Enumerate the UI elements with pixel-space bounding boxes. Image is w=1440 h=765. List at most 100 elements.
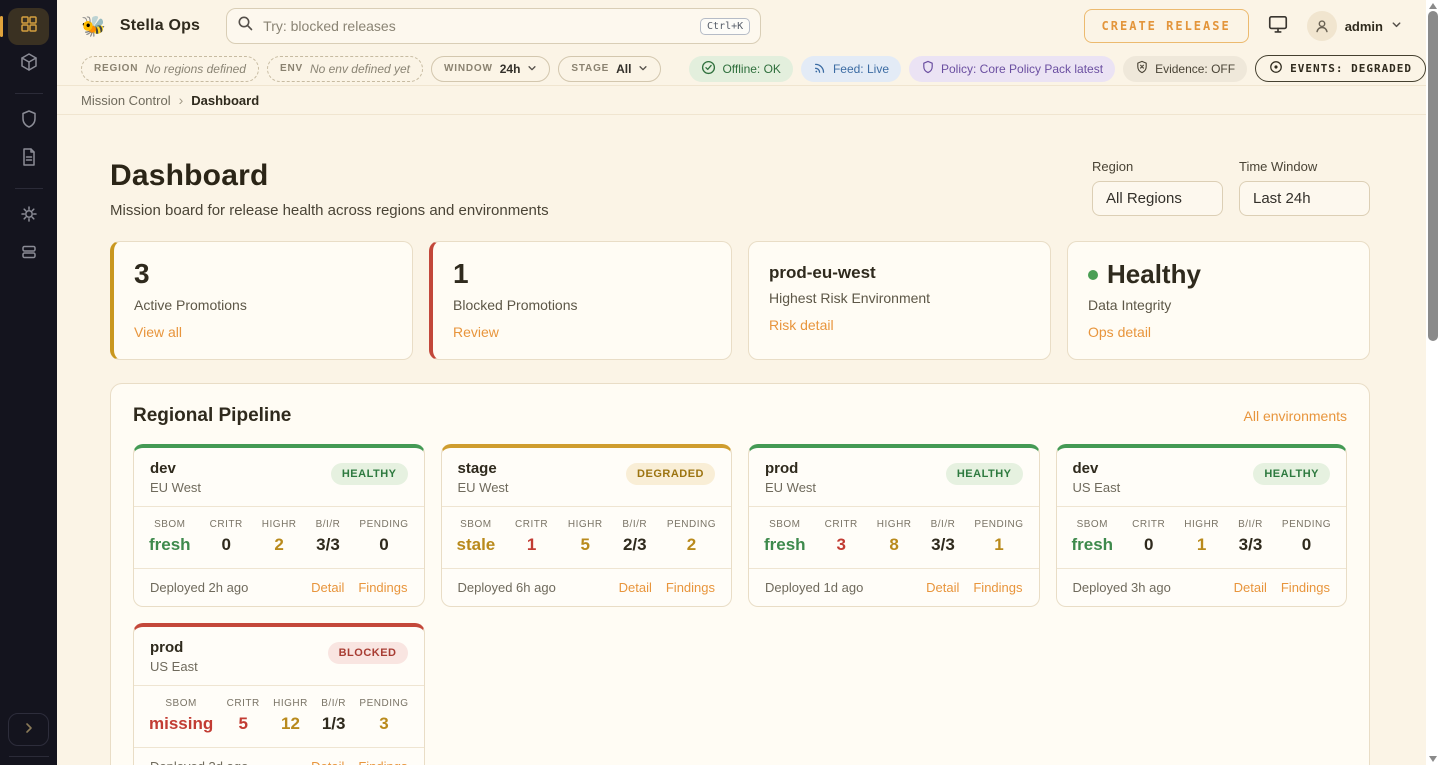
status-badge: HEALTHY	[946, 463, 1023, 485]
document-icon	[19, 147, 39, 172]
create-release-button[interactable]: CREATE RELEASE	[1084, 9, 1249, 43]
user-avatar	[1307, 11, 1337, 41]
metric-value: 2	[262, 535, 297, 555]
package-icon	[19, 52, 39, 77]
metric-value: 2/3	[622, 535, 647, 555]
feed-status-pill[interactable]: Feed: Live	[801, 56, 901, 82]
metric-value: 5	[227, 714, 260, 734]
blocked-promotions-count: 1	[453, 259, 711, 290]
highest-risk-env: prod-eu-west	[769, 259, 1030, 283]
metric-value: 3/3	[1238, 535, 1263, 555]
env-name: stage	[458, 460, 509, 477]
metric-value: stale	[457, 535, 496, 555]
card-label: Active Promotions	[134, 297, 392, 313]
region-scope-pill[interactable]: REGION No regions defined	[81, 56, 259, 82]
user-menu[interactable]: admin	[1307, 11, 1402, 41]
pipeline-card-dev-eu-west: dev EU West HEALTHY SBOMfresh CRITR0 HIG…	[133, 444, 425, 607]
metric-label: SBOM	[764, 519, 806, 530]
app-logo: 🐝	[81, 14, 106, 39]
findings-link[interactable]: Findings	[666, 580, 715, 595]
scroll-up-arrow[interactable]	[1429, 3, 1437, 9]
metric-value: 1/3	[321, 714, 346, 734]
metric-label: B/I/R	[931, 519, 956, 530]
stage-scope-pill[interactable]: STAGE All	[558, 56, 661, 82]
metric-label: PENDING	[974, 519, 1023, 530]
region-filter-select[interactable]: All Regions	[1092, 181, 1223, 216]
target-icon	[1269, 60, 1283, 77]
metric-label: CRITR	[1132, 519, 1165, 530]
detail-link[interactable]: Detail	[926, 580, 959, 595]
metric-value: 0	[1132, 535, 1165, 555]
metric-value: 0	[1282, 535, 1331, 555]
deployed-text: Deployed 3d ago	[150, 759, 248, 765]
metric-label: PENDING	[359, 519, 408, 530]
findings-link[interactable]: Findings	[1281, 580, 1330, 595]
sidebar-expand-button[interactable]	[8, 713, 49, 746]
env-name: prod	[765, 460, 816, 477]
sidebar-item-documents[interactable]	[8, 141, 49, 178]
risk-detail-link[interactable]: Risk detail	[769, 317, 834, 333]
env-name: dev	[150, 460, 201, 477]
env-region: EU West	[150, 480, 201, 495]
vertical-scrollbar[interactable]	[1426, 0, 1440, 765]
region-scope-value: No regions defined	[145, 62, 246, 76]
display-mode-button[interactable]	[1267, 13, 1289, 40]
metric-value: fresh	[149, 535, 191, 555]
sidebar-item-security[interactable]	[8, 103, 49, 140]
rss-icon	[813, 60, 827, 77]
metric-label: B/I/R	[321, 698, 346, 709]
view-all-link[interactable]: View all	[134, 324, 182, 340]
offline-status-pill[interactable]: Offline: OK	[689, 56, 792, 82]
metric-value: 3/3	[316, 535, 341, 555]
evidence-status-pill[interactable]: Evidence: OFF	[1123, 56, 1247, 82]
window-scope-pill[interactable]: WINDOW 24h	[431, 56, 550, 82]
status-badge: HEALTHY	[331, 463, 408, 485]
main-area: 🐝 Stella Ops Ctrl+K CREATE RELEASE admin	[57, 0, 1440, 765]
data-integrity-card: Healthy Data Integrity Ops detail	[1067, 241, 1370, 360]
active-indicator-bar	[0, 16, 3, 37]
env-scope-label: ENV	[280, 63, 303, 74]
metric-value: 0	[359, 535, 408, 555]
pipeline-card-stage-eu-west: stage EU West DEGRADED SBOMstale CRITR1 …	[441, 444, 733, 607]
env-scope-pill[interactable]: ENV No env defined yet	[267, 56, 423, 82]
all-environments-link[interactable]: All environments	[1244, 408, 1348, 424]
metric-label: PENDING	[1282, 519, 1331, 530]
region-filter-label: Region	[1092, 159, 1223, 174]
chevron-right-icon	[23, 721, 35, 738]
detail-link[interactable]: Detail	[619, 580, 652, 595]
policy-status-pill[interactable]: Policy: Core Policy Pack latest	[909, 56, 1115, 82]
env-name: dev	[1073, 460, 1121, 477]
stage-scope-label: STAGE	[571, 63, 609, 74]
blocked-promotions-card: 1 Blocked Promotions Review	[429, 241, 732, 360]
breadcrumb-parent[interactable]: Mission Control	[81, 93, 171, 108]
sidebar-item-settings[interactable]	[8, 198, 49, 235]
check-circle-icon	[701, 60, 716, 78]
scrollbar-thumb[interactable]	[1428, 11, 1438, 341]
detail-link[interactable]: Detail	[311, 580, 344, 595]
search-icon	[237, 15, 254, 37]
findings-link[interactable]: Findings	[973, 580, 1022, 595]
global-search[interactable]: Ctrl+K	[226, 8, 761, 44]
env-scope-value: No env defined yet	[310, 62, 410, 76]
search-input[interactable]	[263, 18, 691, 34]
sidebar-item-infrastructure[interactable]	[8, 236, 49, 273]
review-link[interactable]: Review	[453, 324, 499, 340]
env-region: US East	[1073, 480, 1121, 495]
metric-value: fresh	[764, 535, 806, 555]
time-filter-label: Time Window	[1239, 159, 1370, 174]
deployed-text: Deployed 6h ago	[458, 580, 556, 595]
ops-detail-link[interactable]: Ops detail	[1088, 324, 1151, 340]
metric-value: 2	[667, 535, 716, 555]
detail-link[interactable]: Detail	[1234, 580, 1267, 595]
sidebar-item-releases[interactable]	[8, 46, 49, 83]
scroll-down-arrow[interactable]	[1429, 756, 1437, 762]
page-title: Dashboard	[110, 159, 549, 193]
findings-link[interactable]: Findings	[358, 580, 407, 595]
deployed-text: Deployed 3h ago	[1073, 580, 1171, 595]
findings-link[interactable]: Findings	[358, 759, 407, 765]
sidebar-item-dashboard[interactable]	[8, 8, 49, 45]
time-filter-select[interactable]: Last 24h	[1239, 181, 1370, 216]
detail-link[interactable]: Detail	[311, 759, 344, 765]
events-status-pill[interactable]: EVENTS: DEGRADED	[1255, 55, 1426, 82]
metric-label: B/I/R	[316, 519, 341, 530]
